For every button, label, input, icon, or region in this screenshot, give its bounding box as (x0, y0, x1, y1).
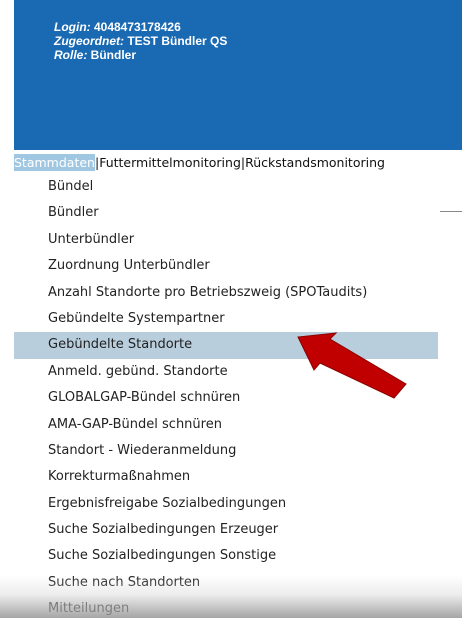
menu-item-anzahl-standorte[interactable]: Anzahl Standorte pro Betriebszweig (SPOT… (14, 280, 438, 306)
login-label: Login: (54, 20, 91, 34)
menu-item-anmeld-gebuend-standorte[interactable]: Anmeld. gebünd. Standorte (14, 359, 438, 385)
menu-item-gebuendelte-systempartner[interactable]: Gebündelte Systempartner (14, 306, 438, 332)
login-value: 4048473178426 (90, 20, 181, 34)
menu-item-suche-sonstige[interactable]: Suche Sozialbedingungen Sonstige (14, 543, 438, 569)
menu-item-globalgap-buendel[interactable]: GLOBALGAP-Bündel schnüren (14, 385, 438, 411)
menu-item-buendel[interactable]: Bündel (14, 174, 438, 200)
login-line: Login: 4048473178426 (54, 20, 227, 34)
role-value: Bündler (87, 48, 137, 62)
role-label: Rolle: (54, 48, 88, 62)
menu-item-ergebnisfreigabe[interactable]: Ergebnisfreigabe Sozialbedingungen (14, 491, 438, 517)
menu-item-suche-standorten[interactable]: Suche nach Standorten (14, 570, 438, 596)
menu-item-ama-gap-buendel[interactable]: AMA-GAP-Bündel schnüren (14, 412, 438, 438)
user-info: Login: 4048473178426 Zugeordnet: TEST Bü… (54, 20, 227, 62)
menu-item-standort-wiederanmeldung[interactable]: Standort - Wiederanmeldung (14, 438, 438, 464)
assigned-line: Zugeordnet: TEST Bündler QS (54, 34, 227, 48)
menu-item-unterbuendler[interactable]: Unterbündler (14, 227, 438, 253)
menu-item-korrekturmassnahmen[interactable]: Korrekturmaßnahmen (14, 464, 438, 490)
assigned-value: TEST Bündler QS (124, 34, 228, 48)
menu-item-mitteilungen[interactable]: Mitteilungen (14, 596, 438, 622)
menu-item-gebuendelte-standorte[interactable]: Gebündelte Standorte (14, 332, 438, 359)
header-banner: Login: 4048473178426 Zugeordnet: TEST Bü… (14, 0, 462, 150)
tab-stammdaten[interactable]: Stammdaten (14, 154, 95, 171)
role-line: Rolle: Bündler (54, 48, 227, 62)
submenu-list: Bündel Bündler Unterbündler Zuordnung Un… (14, 174, 438, 623)
assigned-label: Zugeordnet: (54, 34, 124, 48)
tab-futtermittelmonitoring[interactable]: Futtermittelmonitoring (99, 154, 241, 171)
menu-item-buendler[interactable]: Bündler (14, 200, 438, 226)
menu-item-zuordnung-unterbuendler[interactable]: Zuordnung Unterbündler (14, 253, 438, 279)
tab-bar: Stammdaten|Futtermittelmonitoring|Rückst… (14, 154, 462, 171)
divider (440, 211, 462, 212)
menu-item-suche-erzeuger[interactable]: Suche Sozialbedingungen Erzeuger (14, 517, 438, 543)
tab-rueckstandsmonitoring[interactable]: Rückstandsmonitoring (245, 154, 385, 171)
